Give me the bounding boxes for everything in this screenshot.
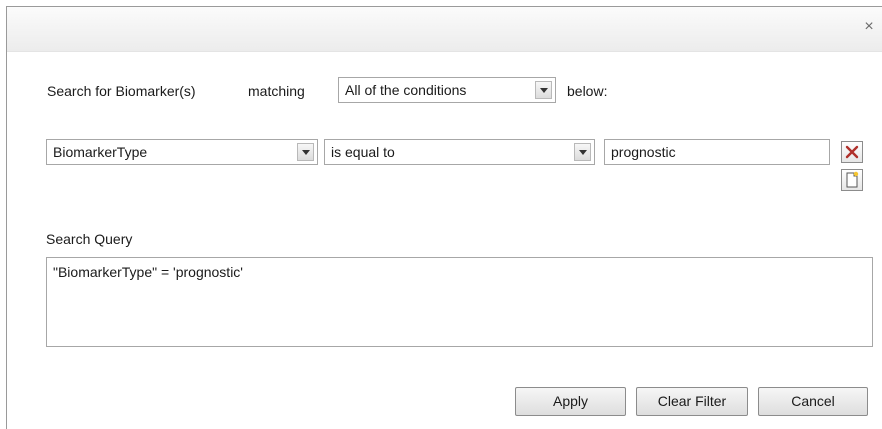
- search-dialog: × Search for Biomarker(s) matching All o…: [6, 6, 882, 429]
- match-mode-value: All of the conditions: [345, 82, 467, 98]
- value-input[interactable]: prognostic: [604, 139, 830, 165]
- match-mode-dropdown[interactable]: All of the conditions: [338, 77, 556, 103]
- remove-condition-button[interactable]: [841, 141, 863, 163]
- delete-x-icon: [845, 145, 859, 159]
- search-query-text: "BiomarkerType" = 'prognostic': [53, 264, 243, 280]
- apply-button[interactable]: Apply: [515, 387, 626, 416]
- chevron-down-icon[interactable]: [297, 143, 314, 161]
- search-for-label: Search for Biomarker(s): [47, 83, 196, 99]
- chevron-down-icon[interactable]: [574, 143, 591, 161]
- field-value: BiomarkerType: [53, 144, 148, 160]
- operator-dropdown[interactable]: is equal to: [324, 139, 595, 165]
- new-document-icon: [846, 171, 859, 188]
- matching-label: matching: [248, 83, 305, 99]
- operator-value: is equal to: [331, 144, 395, 160]
- value-text: prognostic: [611, 144, 676, 160]
- close-icon[interactable]: ×: [862, 19, 876, 35]
- search-query-textarea[interactable]: "BiomarkerType" = 'prognostic': [46, 257, 873, 347]
- cancel-button[interactable]: Cancel: [758, 387, 868, 416]
- search-query-label: Search Query: [46, 231, 133, 247]
- below-label: below:: [567, 83, 608, 99]
- chevron-down-icon[interactable]: [535, 81, 552, 99]
- clear-filter-button[interactable]: Clear Filter: [636, 387, 748, 416]
- add-condition-button[interactable]: [841, 169, 863, 191]
- title-bar: ×: [7, 7, 882, 52]
- field-dropdown[interactable]: BiomarkerType: [46, 139, 318, 165]
